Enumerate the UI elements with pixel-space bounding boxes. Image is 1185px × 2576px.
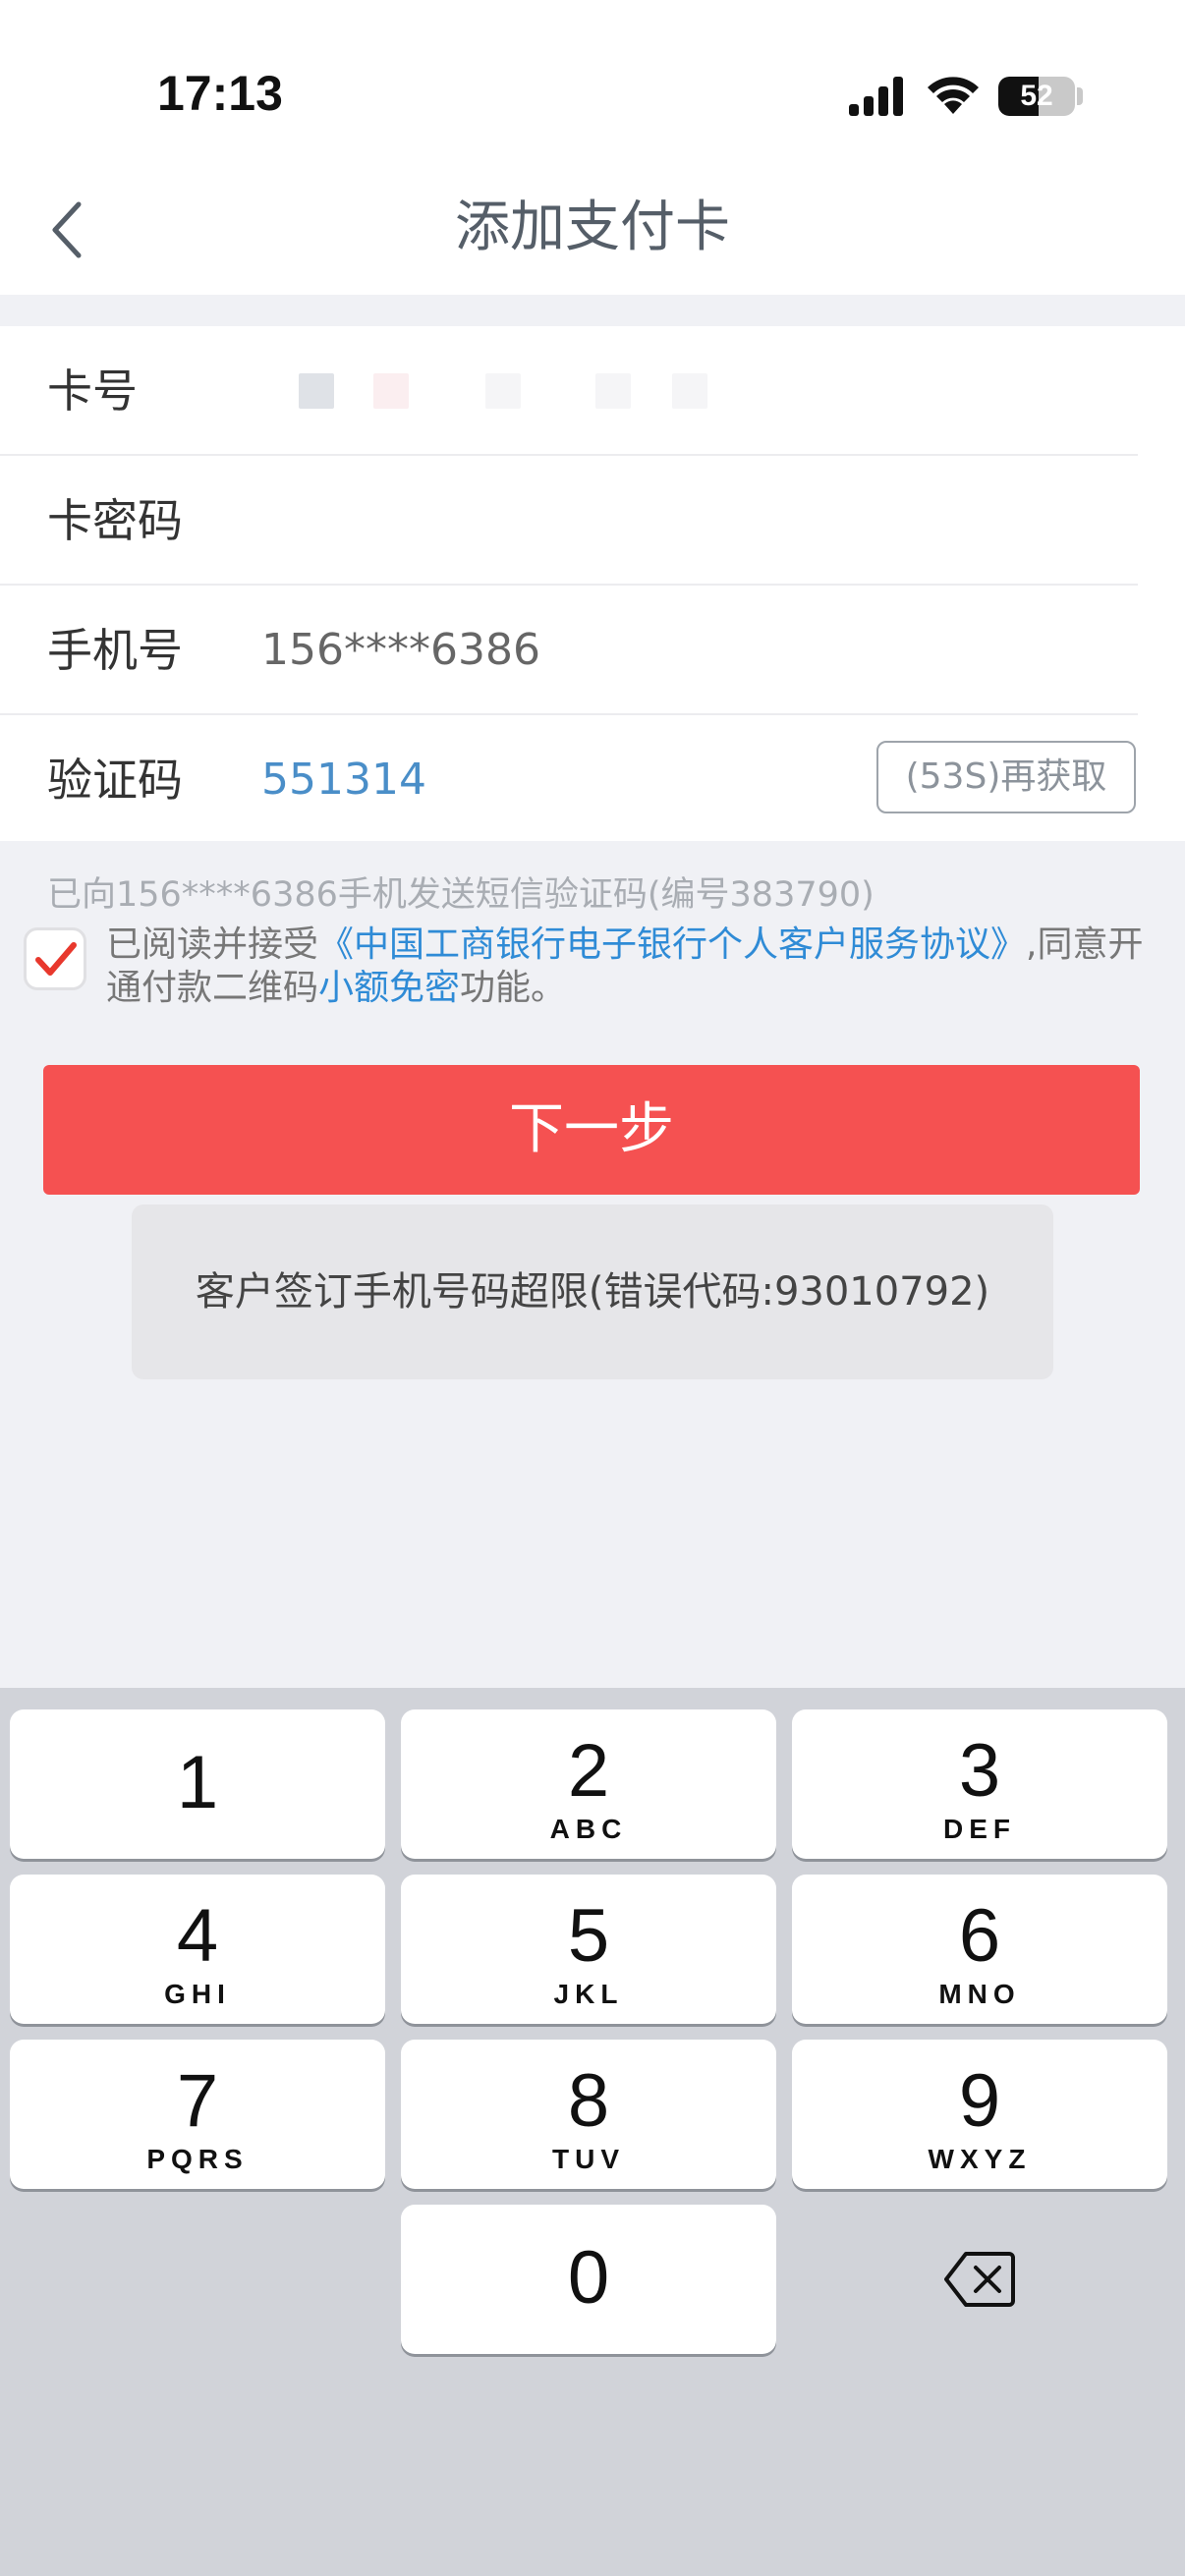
battery-tip: [1077, 87, 1083, 105]
key-digit: 0: [567, 2236, 610, 2320]
key-digit: 1: [176, 1741, 219, 1824]
key-digit: 5: [567, 1894, 610, 1978]
key-digit: 9: [958, 2059, 1001, 2143]
small-amount-link[interactable]: 小额免密: [318, 968, 460, 1008]
key-digit: 6: [958, 1894, 1001, 1978]
masked-digit: [595, 373, 631, 409]
wifi-icon: [928, 77, 979, 114]
error-toast: 客户签订手机号码超限(错误代码:93010792): [132, 1204, 1053, 1379]
key-9[interactable]: 9 WXYZ: [792, 2040, 1167, 2189]
resend-code-button[interactable]: (53S)再获取: [876, 741, 1136, 813]
sms-note: 已向156****6386手机发送短信验证码(编号383790): [47, 875, 875, 915]
masked-digit: [672, 373, 707, 409]
verification-code-row: 验证码 551314 (53S)再获取: [0, 715, 1185, 845]
battery-icon: 52: [998, 77, 1075, 116]
key-digit: 4: [176, 1894, 219, 1978]
key-letters: JKL: [553, 1979, 624, 2009]
key-letters: ABC: [549, 1814, 628, 1844]
agreement-prefix: 已阅读并接受: [106, 924, 319, 965]
status-time: 17:13: [157, 66, 283, 121]
key-letters: MNO: [938, 1979, 1021, 2009]
masked-digit: [485, 373, 521, 409]
backspace-icon: [944, 2252, 1015, 2307]
page-title: 添加支付卡: [455, 196, 730, 259]
key-digit: 8: [567, 2059, 610, 2143]
key-7[interactable]: 7 PQRS: [10, 2040, 385, 2189]
phone-row: 手机号 156****6386: [0, 586, 1185, 715]
backspace-key[interactable]: [792, 2205, 1167, 2354]
battery-text: 52: [1020, 80, 1053, 112]
key-2[interactable]: 2 ABC: [401, 1709, 776, 1859]
checkmark-icon: [35, 942, 77, 976]
verification-code-input[interactable]: 551314: [261, 715, 426, 845]
key-digit: 7: [176, 2059, 219, 2143]
key-letters: TUV: [552, 2144, 625, 2174]
key-3[interactable]: 3 DEF: [792, 1709, 1167, 1859]
key-5[interactable]: 5 JKL: [401, 1875, 776, 2024]
card-password-label: 卡密码: [47, 494, 183, 547]
key-4[interactable]: 4 GHI: [10, 1875, 385, 2024]
nav-bar: 添加支付卡: [0, 147, 1185, 295]
key-letters: PQRS: [146, 2144, 249, 2174]
key-letters: GHI: [164, 1979, 231, 2009]
agreement-checkbox[interactable]: [24, 927, 86, 990]
key-1[interactable]: 1: [10, 1709, 385, 1859]
masked-digit: [373, 373, 409, 409]
masked-digit: [299, 373, 334, 409]
service-agreement-link[interactable]: 《中国工商银行电子银行个人客户服务协议》: [318, 924, 1026, 965]
verification-code-label: 验证码: [47, 754, 183, 807]
card-number-label: 卡号: [47, 364, 138, 418]
numeric-keyboard: 1 2 ABC 3 DEF 4 GHI 5 JKL 6 MNO 7 PQRS 8…: [0, 1688, 1185, 2576]
key-0[interactable]: 0: [401, 2205, 776, 2354]
key-6[interactable]: 6 MNO: [792, 1875, 1167, 2024]
agreement-suffix: 功能。: [460, 968, 567, 1008]
key-digit: 3: [958, 1729, 1001, 1813]
cellular-signal-icon: [849, 77, 903, 116]
key-letters: DEF: [943, 1814, 1016, 1844]
phone-value: 156****6386: [261, 625, 540, 675]
card-number-row[interactable]: 卡号: [0, 326, 1185, 456]
key-8[interactable]: 8 TUV: [401, 2040, 776, 2189]
next-step-button[interactable]: 下一步: [43, 1065, 1140, 1195]
card-form: 卡号 卡密码 手机号 156****6386 验证码 551314 (53S)再…: [0, 326, 1185, 841]
key-letters: WXYZ: [928, 2144, 1032, 2174]
agreement-text: 已阅读并接受《中国工商银行电子银行个人客户服务协议》,同意开通付款二维码小额免密…: [106, 924, 1148, 1010]
key-digit: 2: [567, 1729, 610, 1813]
card-password-row[interactable]: 卡密码: [0, 456, 1185, 586]
phone-label: 手机号: [47, 624, 183, 677]
